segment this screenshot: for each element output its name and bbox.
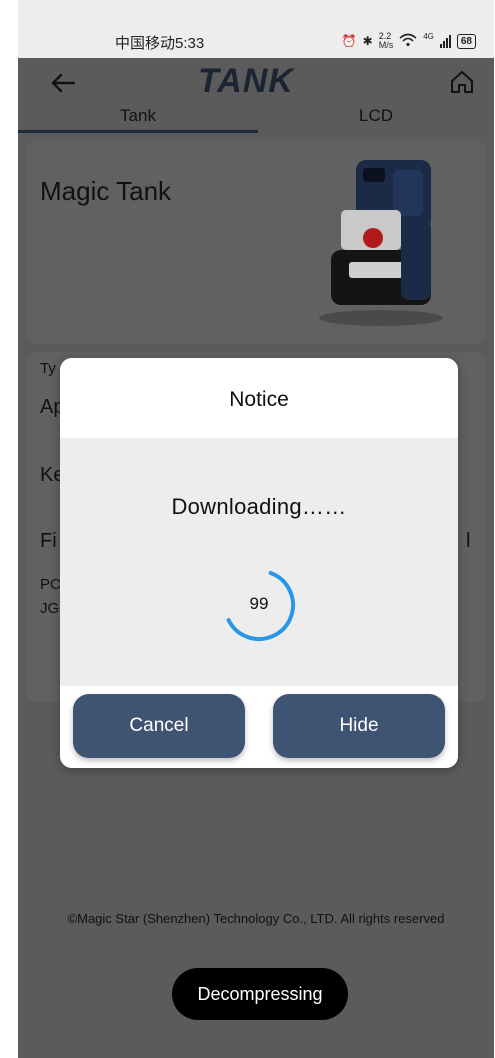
app-header: TANK Tank LCD <box>18 58 494 134</box>
brand-logo: TANK <box>198 62 294 100</box>
firmware-row-end: l <box>466 530 471 552</box>
type-label: Ty <box>40 360 56 377</box>
alarm-icon: ⏰ <box>341 34 357 48</box>
status-bar: 中国移动5:33 ⏰ ✱ 2.2 M/s 4G 68 <box>18 0 494 58</box>
jg-version: JG <box>40 600 60 617</box>
product-card: Magic Tank <box>26 140 486 344</box>
status-icons: ⏰ ✱ 2.2 M/s 4G 68 <box>342 32 476 50</box>
copyright-text: ©Magic Star (Shenzhen) Technology Co., L… <box>67 911 445 926</box>
pc-version: PC <box>40 576 61 593</box>
active-tab-indicator <box>18 130 258 133</box>
back-button[interactable] <box>48 68 78 98</box>
net-speed: 2.2 M/s <box>378 31 394 50</box>
status-toast: Decompressing <box>172 968 348 1020</box>
product-title: Magic Tank <box>40 176 172 206</box>
bottom-bar <box>18 1048 494 1058</box>
arrow-left-icon <box>51 73 76 93</box>
network-type: 4G <box>423 32 434 41</box>
dialog-title: Notice <box>229 388 289 411</box>
notice-dialog: Notice Downloading…… 99 Cancel Hide <box>60 358 458 768</box>
wifi-icon <box>399 33 417 50</box>
download-status-message: Downloading…… <box>171 494 347 519</box>
tab-lcd[interactable]: LCD <box>258 106 494 126</box>
progress-value: 99 <box>249 594 269 613</box>
firmware-row: Fi <box>40 530 57 552</box>
key-cutting-machine-image <box>319 160 443 326</box>
battery-icon: 68 <box>456 33 476 49</box>
dialog-footer: Cancel Hide <box>60 686 458 768</box>
tab-tank[interactable]: Tank <box>18 106 258 126</box>
cancel-button[interactable]: Cancel <box>73 694 245 758</box>
carrier-time: 中国移动5:33 <box>115 35 205 52</box>
home-icon <box>451 71 473 93</box>
dialog-header: Notice <box>60 358 458 438</box>
app-screen: 中国移动5:33 ⏰ ✱ 2.2 M/s 4G 68 TANK Tank LCD… <box>18 0 494 1058</box>
home-button[interactable] <box>448 68 478 98</box>
progress-ring: 99 <box>220 566 298 644</box>
hide-button[interactable]: Hide <box>273 694 445 758</box>
bluetooth-icon: ✱ <box>362 34 373 48</box>
signal-icon <box>439 34 451 48</box>
